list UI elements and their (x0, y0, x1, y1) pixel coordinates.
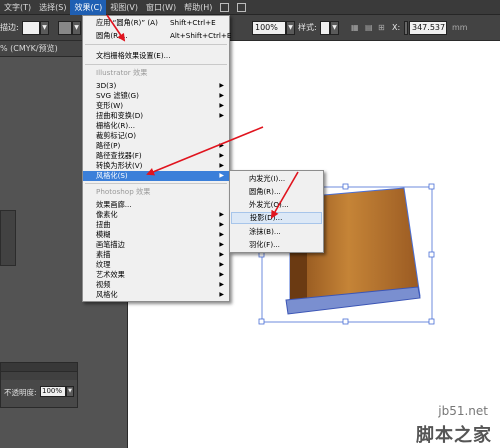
menu-item-rasterize[interactable]: 栅格化(R)... (83, 121, 229, 131)
submenu-arrow-icon: ▶ (219, 172, 224, 179)
collapsed-panel[interactable] (0, 210, 16, 266)
menu-item-stylize-photoshop[interactable]: 风格化 ▶ (83, 290, 229, 300)
menu-section-photoshop: Photoshop 效果 (96, 187, 151, 196)
opacity-label: 不透明度: (4, 388, 37, 397)
watermark-site: jb51.net (438, 404, 488, 418)
panel-header[interactable] (1, 363, 77, 372)
submenu-arrow-icon: ▶ (219, 152, 224, 159)
submenu-arrow-icon: ▶ (219, 92, 224, 99)
submenu-arrow-icon: ▶ (219, 231, 224, 238)
submenu-item-feather[interactable]: 羽化(F)... (231, 239, 322, 251)
submenu-arrow-icon: ▶ (219, 82, 224, 89)
resize-handle[interactable] (342, 318, 349, 325)
transparency-panel: 不透明度: 100% ▼ (0, 362, 78, 408)
menu-item-effect-gallery[interactable]: 效果画廊... (83, 200, 229, 210)
watermark-logo: 脚本之家 (416, 425, 492, 446)
submenu-arrow-icon: ▶ (219, 281, 224, 288)
resize-handle[interactable] (428, 251, 435, 258)
menu-item-apply-last[interactable]: 应用 “圆角(R)” (A) Shift+Ctrl+E (83, 18, 229, 28)
menu-item-last-effect[interactable]: 圆角(R)... Alt+Shift+Ctrl+E (83, 31, 231, 41)
menu-item-distort[interactable]: 扭曲 ▶ (83, 220, 229, 230)
menu-item-artistic[interactable]: 艺术效果 ▶ (83, 270, 229, 280)
menu-section-illustrator: Illustrator 效果 (96, 68, 148, 77)
submenu-arrow-icon: ▶ (219, 102, 224, 109)
resize-handle[interactable] (342, 183, 349, 190)
menu-item-pathfinder[interactable]: 路径查找器(F) ▶ (83, 151, 229, 161)
submenu-arrow-icon: ▶ (219, 221, 224, 228)
submenu-arrow-icon: ▶ (219, 112, 224, 119)
menu-item-texture[interactable]: 纹理 ▶ (83, 260, 229, 270)
menu-separator (85, 44, 227, 45)
menu-item-convert-to-shape[interactable]: 转换为形状(V) ▶ (83, 161, 229, 171)
menu-item-document-raster[interactable]: 文档栅格效果设置(E)... (83, 51, 229, 61)
submenu-item-round-corners[interactable]: 圆角(R)... (231, 186, 322, 198)
resize-handle[interactable] (428, 318, 435, 325)
menu-item-brush-strokes[interactable]: 画笔描边 ▶ (83, 240, 229, 250)
menu-item-blur[interactable]: 模糊 ▶ (83, 230, 229, 240)
panel-opacity-field[interactable]: 100% (40, 386, 66, 397)
submenu-arrow-icon: ▶ (219, 142, 224, 149)
submenu-item-drop-shadow[interactable]: 投影(D)... (231, 212, 322, 224)
effect-menu: 应用 “圆角(R)” (A) Shift+Ctrl+E 圆角(R)... Alt… (82, 15, 231, 302)
submenu-item-outer-glow[interactable]: 外发光(O)... (231, 199, 322, 211)
menu-item-3d[interactable]: 3D(3) ▶ (83, 81, 229, 91)
menu-item-stylize-illustrator[interactable]: 风格化(S) ▶ (83, 171, 229, 181)
submenu-arrow-icon: ▶ (219, 241, 224, 248)
resize-handle[interactable] (428, 183, 435, 190)
submenu-arrow-icon: ▶ (219, 251, 224, 258)
submenu-arrow-icon: ▶ (219, 261, 224, 268)
menu-item-crop-marks[interactable]: 裁剪标记(O) (83, 131, 229, 141)
menu-separator (85, 64, 227, 65)
menu-item-sketch[interactable]: 素描 ▶ (83, 250, 229, 260)
submenu-arrow-icon: ▶ (219, 271, 224, 278)
menu-item-path[interactable]: 路径(P) ▶ (83, 141, 229, 151)
resize-handle[interactable] (258, 318, 265, 325)
menu-item-warp[interactable]: 变形(W) ▶ (83, 101, 229, 111)
menu-item-video[interactable]: 视频 ▶ (83, 280, 229, 290)
submenu-item-inner-glow[interactable]: 内发光(I)... (231, 173, 322, 185)
menu-item-distort-transform[interactable]: 扭曲和变换(D) ▶ (83, 111, 229, 121)
submenu-arrow-icon: ▶ (219, 162, 224, 169)
panel-tab[interactable] (1, 372, 77, 380)
submenu-arrow-icon: ▶ (219, 291, 224, 298)
submenu-arrow-icon: ▶ (219, 211, 224, 218)
submenu-item-scribble[interactable]: 涂抹(B)... (231, 226, 322, 238)
stylize-submenu: 内发光(I)... 圆角(R)... 外发光(O)... 投影(D)... 涂抹… (229, 170, 324, 253)
menu-item-pixelate[interactable]: 像素化 ▶ (83, 210, 229, 220)
menu-separator (85, 183, 227, 184)
menu-item-svg-filters[interactable]: SVG 滤镜(G) ▶ (83, 91, 229, 101)
panel-opacity-dropdown-icon[interactable]: ▼ (66, 386, 74, 397)
watermark: jb51.net 脚本之家 (392, 404, 496, 446)
